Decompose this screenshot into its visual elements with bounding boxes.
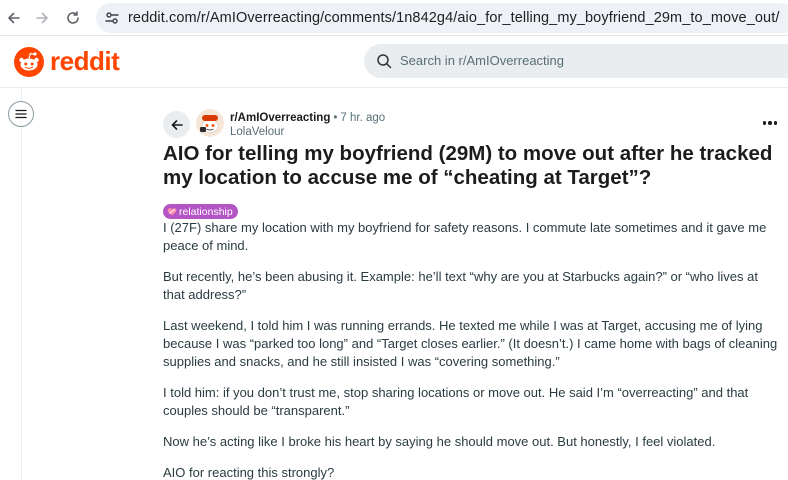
site-header: reddit Search in r/AmIOverreacting: [0, 36, 788, 88]
post-meta: r/AmIOverreacting • 7 hr. ago: [230, 112, 385, 124]
reddit-wordmark[interactable]: reddit: [50, 46, 120, 77]
reload-icon[interactable]: [63, 8, 83, 28]
back-button[interactable]: [163, 111, 190, 138]
address-bar[interactable]: reddit.com/r/AmIOverreacting/comments/1n…: [96, 3, 788, 33]
search-icon: [377, 54, 392, 69]
meta-separator: •: [333, 112, 338, 124]
back-arrow-icon: [171, 119, 183, 130]
search-placeholder: Search in r/AmIOverreacting: [400, 53, 565, 68]
post-time: 7 hr. ago: [340, 112, 386, 124]
reddit-logo-icon[interactable]: [14, 47, 44, 77]
browser-toolbar: reddit.com/r/AmIOverreacting/comments/1n…: [0, 0, 788, 36]
post-title: AIO for telling my boyfriend (29M) to mo…: [163, 142, 773, 189]
post-paragraph: I told him: if you don’t trust me, stop …: [163, 385, 749, 418]
heart-emoji-icon: [167, 208, 177, 216]
hamburger-icon: [15, 109, 27, 119]
post-paragraph: But recently, he’s been abusing it. Exam…: [163, 269, 758, 302]
back-arrow-icon[interactable]: [4, 8, 24, 28]
dot-icon: [773, 121, 778, 125]
dot-icon: [768, 121, 772, 125]
post-body: I (27F) share my location with my boyfri…: [163, 219, 783, 480]
more-options-button[interactable]: [760, 115, 780, 131]
search-input[interactable]: Search in r/AmIOverreacting: [364, 44, 788, 78]
post-paragraph: I (27F) share my location with my boyfri…: [163, 220, 767, 253]
menu-toggle-button[interactable]: [8, 101, 34, 127]
url-text[interactable]: reddit.com/r/AmIOverreacting/comments/1n…: [128, 10, 779, 26]
author-link[interactable]: LolaVelour: [230, 126, 284, 138]
site-settings-icon[interactable]: [104, 10, 120, 26]
subreddit-link[interactable]: r/AmIOverreacting: [230, 112, 330, 124]
post-paragraph: Now he’s acting like I broke his heart b…: [163, 434, 716, 449]
post-flair[interactable]: relationship: [163, 204, 238, 219]
subreddit-avatar[interactable]: [196, 109, 224, 137]
flair-label: relationship: [179, 205, 233, 218]
forward-arrow-icon[interactable]: [32, 8, 52, 28]
dot-icon: [762, 121, 767, 125]
post-paragraph: Last weekend, I told him I was running e…: [163, 318, 778, 369]
post-paragraph: AIO for reacting this strongly?: [163, 465, 335, 480]
left-rail-divider: [21, 88, 22, 480]
